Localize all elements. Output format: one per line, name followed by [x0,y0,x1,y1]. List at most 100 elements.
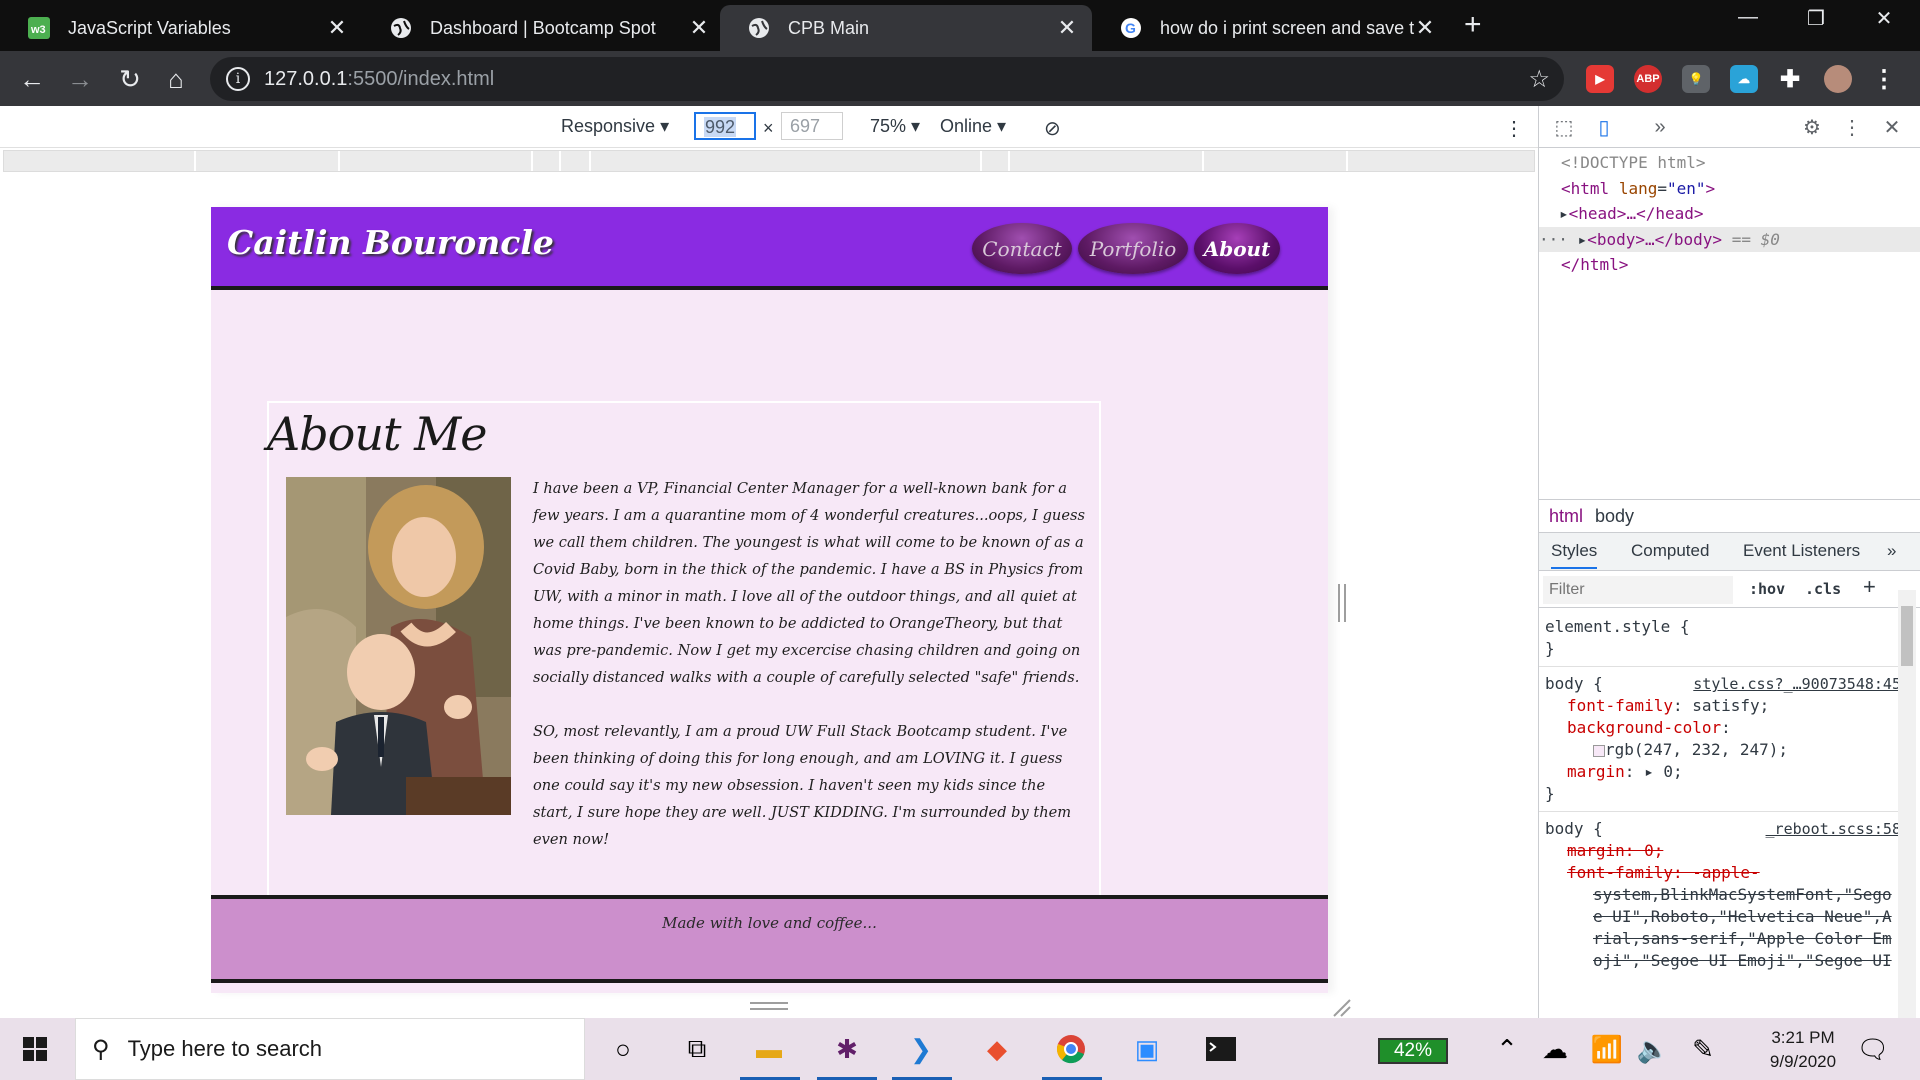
reload-icon[interactable]: ↻ [112,61,148,97]
extensions-puzzle-icon[interactable]: ✚ [1776,65,1804,93]
close-devtools-icon[interactable]: ✕ [1879,114,1905,140]
close-tab-icon[interactable]: ✕ [688,15,710,41]
network-throttle-select[interactable]: Online ▾ [940,116,1006,137]
chevron-up-icon[interactable]: ⌃ [1490,1032,1524,1066]
minimize-icon[interactable]: — [1718,6,1778,29]
tab-computed[interactable]: Computed [1631,541,1709,561]
expand-triangle-icon[interactable]: ▸ [1578,230,1588,249]
dom-head-node[interactable]: ▸<head>…</head> [1539,201,1920,227]
dom-html-node[interactable]: <html lang="en"> [1539,176,1920,202]
chrome-icon[interactable] [1054,1032,1088,1066]
more-tabs-icon[interactable]: » [1887,541,1896,561]
resize-width-handle[interactable] [1338,584,1346,622]
chrome-menu-icon[interactable]: ⋮ [1870,65,1898,93]
style-source-link[interactable]: style.css?_…90073548:45 [1693,673,1901,695]
device-more-icon[interactable]: ⋮ [1504,116,1524,141]
close-tab-icon[interactable]: ✕ [1056,15,1078,41]
cls-toggle[interactable]: .cls [1805,580,1841,598]
overridden-margin[interactable]: margin: 0; [1545,840,1901,862]
tab-cpb-main[interactable]: CPB Main ✕ [720,5,1092,51]
node-actions-icon[interactable]: ··· [1539,230,1568,249]
nav-about-link[interactable]: About [1194,223,1280,274]
resize-corner-icon[interactable] [1332,998,1352,1018]
viewport-height-input[interactable]: 697 [781,112,843,140]
nav-contact-link[interactable]: Contact [972,223,1072,274]
reboot-style-rule[interactable]: body { _reboot.scss:58 margin: 0; font-f… [1539,812,1905,976]
tab-javascript-variables[interactable]: w3 JavaScript Variables ✕ [0,5,362,51]
zoom-app-icon[interactable]: ▣ [1130,1032,1164,1066]
body-style-rule[interactable]: body { style.css?_…90073548:45 font-fami… [1539,667,1905,812]
cloud-extension-icon[interactable]: ☁ [1730,65,1758,93]
terminal-icon[interactable] [1204,1032,1238,1066]
site-info-icon[interactable]: i [226,67,250,91]
bookmark-star-icon[interactable]: ☆ [1528,65,1550,94]
adblock-plus-icon[interactable]: ABP [1634,65,1662,93]
tab-dashboard-bootcamp[interactable]: Dashboard | Bootcamp Spot ✕ [362,5,724,51]
crumb-body[interactable]: body [1595,506,1634,527]
zoom-select[interactable]: 75% ▾ [870,116,920,137]
close-tab-icon[interactable]: ✕ [1414,15,1436,41]
crumb-html[interactable]: html [1549,506,1583,527]
font-family-declaration[interactable]: font-family: satisfy; [1545,695,1901,717]
expand-triangle-icon[interactable]: ▸ [1559,204,1569,223]
resize-height-handle[interactable] [750,1002,788,1010]
media-query-ruler[interactable] [3,150,1535,172]
address-bar[interactable]: i 127.0.0.1:5500/index.html ☆ [210,57,1564,101]
file-explorer-icon[interactable]: ▬ [752,1032,786,1066]
more-panels-icon[interactable]: » [1647,114,1673,140]
rotate-icon[interactable]: ⊘ [1044,116,1061,141]
taskbar-clock[interactable]: 3:21 PM 9/9/2020 [1758,1026,1848,1074]
close-tab-icon[interactable]: ✕ [326,15,348,41]
restore-icon[interactable]: ❐ [1786,6,1846,31]
reboot-source-link[interactable]: _reboot.scss:58 [1766,818,1901,840]
device-mode-select[interactable]: Responsive ▾ [561,116,669,137]
device-toggle-icon[interactable]: ▯ [1591,114,1617,140]
volume-icon[interactable]: 🔈 [1636,1032,1670,1066]
forward-arrow-icon[interactable]: → [62,61,98,97]
site-brand[interactable]: Caitlin Bouroncle [227,223,554,262]
devtools-menu-icon[interactable]: ⋮ [1839,114,1865,140]
viewport-width-input[interactable]: 992 [694,112,756,140]
screencast-extension-icon[interactable]: ▶ [1586,65,1614,93]
tab-google-search[interactable]: G how do i print screen and save to ✕ [1092,5,1450,51]
styles-scrollbar[interactable] [1898,590,1916,1018]
wifi-icon[interactable]: 📶 [1590,1032,1624,1066]
close-window-icon[interactable]: ✕ [1854,6,1914,31]
dom-body-node[interactable]: ··· ▸<body>…</body> == $0 [1539,226,1920,252]
slack-icon[interactable]: ✱ [830,1032,864,1066]
tab-styles[interactable]: Styles [1551,541,1598,569]
new-style-rule-icon[interactable]: + [1863,574,1876,600]
settings-gear-icon[interactable]: ⚙ [1799,114,1825,140]
task-view-icon[interactable]: ⧉ [680,1032,714,1066]
pen-icon[interactable]: ✎ [1686,1032,1720,1066]
doctype-text: <!DOCTYPE html> [1561,153,1706,172]
new-tab-button[interactable]: + [1464,8,1482,42]
windows-start-icon[interactable] [18,1032,52,1066]
overridden-font-family[interactable]: font-family: -apple- [1545,862,1901,884]
scrollbar-thumb[interactable] [1901,606,1913,666]
battery-indicator[interactable]: 42% [1378,1038,1448,1064]
url-host: 127.0.0.1 [264,67,348,90]
nav-portfolio-link[interactable]: Portfolio [1078,223,1188,274]
profile-avatar[interactable] [1824,65,1852,93]
background-color-value[interactable]: rgb(247, 232, 247); [1545,739,1901,761]
dom-doctype[interactable]: <!DOCTYPE html> [1539,150,1920,176]
cortana-icon[interactable]: ○ [606,1032,640,1066]
tab-event-listeners[interactable]: Event Listeners [1743,541,1860,561]
color-swatch-icon[interactable] [1593,744,1605,757]
styles-filter-input[interactable] [1543,576,1733,604]
lightbulb-extension-icon[interactable]: 💡 [1682,65,1710,93]
dom-html-close[interactable]: </html> [1539,252,1920,278]
back-arrow-icon[interactable]: ← [14,61,50,97]
taskbar-search-box[interactable]: ⚲ Type here to search [75,1018,585,1080]
background-color-declaration[interactable]: background-color: [1545,717,1901,739]
inspect-element-icon[interactable]: ⬚ [1551,114,1577,140]
hov-toggle[interactable]: :hov [1749,580,1785,598]
notifications-icon[interactable]: 🗨 [1856,1032,1890,1066]
margin-declaration[interactable]: margin: ▸ 0; [1545,761,1901,783]
git-icon[interactable]: ◆ [980,1032,1014,1066]
onedrive-icon[interactable]: ☁ [1538,1032,1572,1066]
vscode-icon[interactable]: ❯ [904,1032,938,1066]
home-icon[interactable]: ⌂ [158,61,194,97]
element-style-rule[interactable]: element.style { } [1539,610,1905,667]
